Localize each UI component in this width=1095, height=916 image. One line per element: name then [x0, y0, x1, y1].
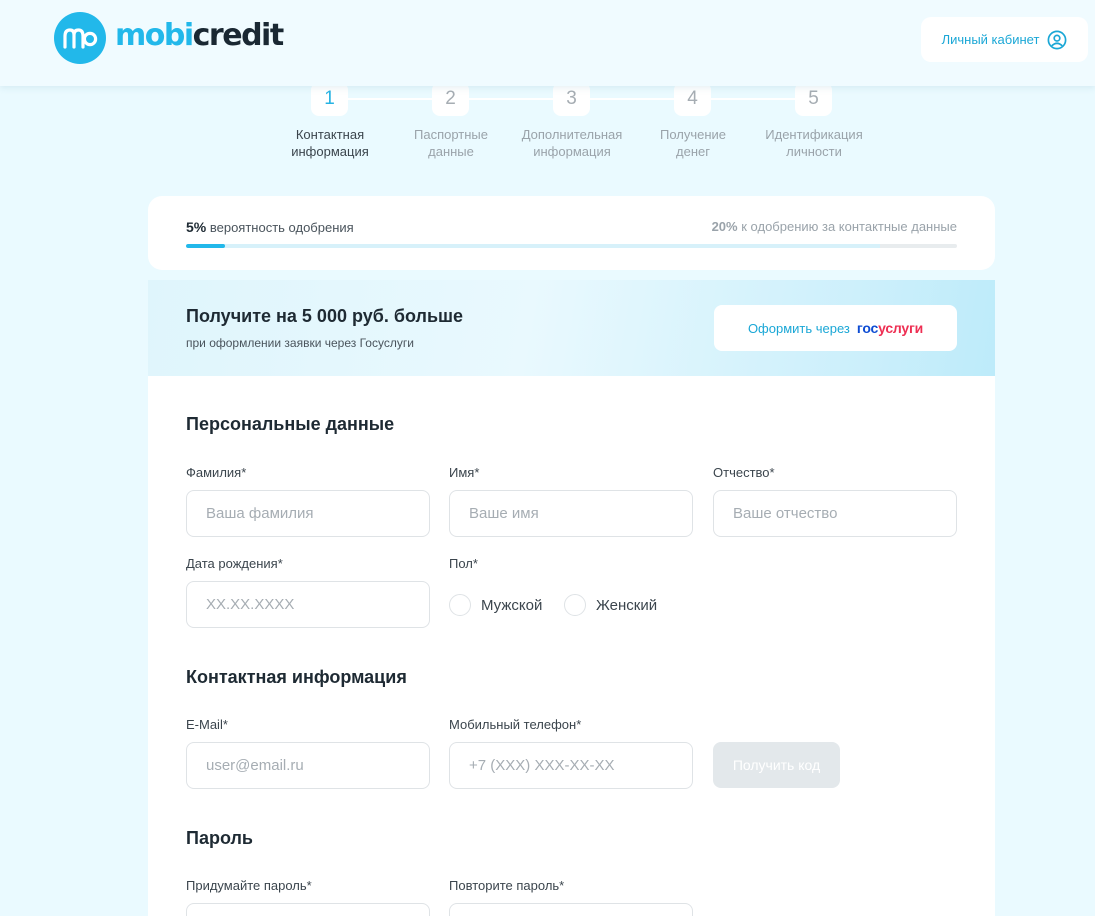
step-5-label: Идентификация личности: [749, 126, 879, 160]
lastname-input[interactable]: [186, 490, 430, 537]
logo-wordmark[interactable]: mobicredit: [115, 18, 285, 54]
firstname-label: Имя*: [449, 465, 480, 480]
gender-male-radio[interactable]: Мужской: [449, 594, 542, 616]
step-1-number: 1: [311, 82, 348, 116]
gender-female-radio[interactable]: Женский: [564, 594, 657, 616]
step-4-label-line1: Получение: [659, 127, 727, 142]
gosuslugi-logo-part2: услуги: [878, 320, 924, 336]
contact-section-title: Контактная информация: [186, 667, 407, 687]
lastname-label: Фамилия*: [186, 465, 247, 480]
registration-form: Персональные данные Фамилия* Имя* Отчест…: [148, 376, 995, 916]
step-2-label: Паспортные данные: [386, 126, 516, 160]
gosuslugi-button[interactable]: Оформить через госуслуги: [714, 305, 957, 351]
step-5-label-line2: личности: [786, 144, 842, 159]
approval-probability-card: 5% вероятность одобрения 20% к одобрению…: [148, 196, 995, 270]
step-2-label-line2: данные: [428, 144, 474, 159]
get-code-button[interactable]: Получить код: [713, 742, 840, 788]
approval-progress-fill: [186, 244, 225, 248]
banner-title: Получите на 5 000 руб. больше: [186, 306, 464, 326]
approval-current-percent: 5%: [186, 219, 207, 235]
step-1-label: Контактная информация: [265, 126, 395, 160]
step-2-number: 2: [432, 82, 469, 116]
step-connector: [590, 98, 674, 100]
gosuslugi-logo-part1: гос: [856, 320, 879, 336]
radio-circle-icon: [449, 594, 471, 616]
personal-cabinet-label: Личный кабинет: [941, 32, 1040, 47]
step-1-label-line1: Контактная: [295, 127, 365, 142]
email-input[interactable]: [186, 742, 430, 789]
logo-mo-mark: [63, 28, 98, 49]
repeat-password-label: Повторите пароль*: [449, 878, 565, 893]
step-3-label-line2: информация: [533, 144, 611, 159]
repeat-password-input[interactable]: [449, 903, 693, 916]
step-5-number: 5: [795, 82, 832, 116]
create-password-label: Придумайте пароль*: [186, 878, 312, 893]
step-connector: [469, 98, 553, 100]
approval-current: 5% вероятность одобрения: [186, 219, 354, 235]
password-section-title: Пароль: [186, 828, 253, 848]
phone-label: Мобильный телефон*: [449, 717, 582, 732]
gosuslugi-banner: Получите на 5 000 руб. больше при оформл…: [148, 280, 995, 376]
logo-mobi-text: mobi: [115, 18, 194, 53]
step-4-label: Получение денег: [628, 126, 758, 160]
radio-circle-icon: [564, 594, 586, 616]
approval-bonus-percent: 20%: [711, 219, 738, 234]
logo-credit-text: credit: [192, 18, 285, 53]
step-4-label-line2: денег: [676, 144, 710, 159]
approval-progress-potential: [186, 244, 880, 248]
approval-bonus: 20% к одобрению за контактные данные: [712, 219, 957, 234]
gender-male-label: Мужской: [481, 596, 543, 614]
step-1-label-line2: информация: [291, 144, 369, 159]
birthdate-input[interactable]: [186, 581, 430, 628]
gender-label: Пол*: [449, 556, 478, 571]
phone-input[interactable]: [449, 742, 693, 789]
gosuslugi-logo: госуслуги: [857, 320, 923, 336]
middlename-input[interactable]: [713, 490, 957, 537]
approval-current-text: вероятность одобрения: [209, 220, 354, 235]
step-connector: [711, 98, 795, 100]
gender-female-label: Женский: [596, 596, 658, 614]
firstname-input[interactable]: [449, 490, 693, 537]
approval-progress-bar: [186, 244, 957, 248]
step-3-number: 3: [553, 82, 590, 116]
step-connector: [348, 98, 432, 100]
create-password-input[interactable]: [186, 903, 430, 916]
approval-bonus-text: к одобрению за контактные данные: [741, 219, 957, 234]
step-5-label-line1: Идентификация: [765, 127, 863, 142]
step-4-number: 4: [674, 82, 711, 116]
logo-icon[interactable]: [54, 12, 106, 64]
personal-section-title: Персональные данные: [186, 414, 395, 434]
step-2-label-line1: Паспортные: [414, 127, 488, 142]
personal-cabinet-button[interactable]: Личный кабинет: [921, 17, 1088, 62]
birthdate-label: Дата рождения*: [186, 556, 283, 571]
step-3-label-line1: Дополнительная: [521, 127, 623, 142]
step-3-label: Дополнительная информация: [507, 126, 637, 160]
gosuslugi-button-label: Оформить через: [747, 320, 850, 336]
user-icon: [1047, 30, 1067, 49]
email-label: E-Mail*: [186, 717, 228, 732]
middlename-label: Отчество*: [713, 465, 775, 480]
site-header: mobicredit Личный кабинет: [0, 0, 1095, 86]
banner-subtitle: при оформлении заявки через Госуслуги: [186, 336, 414, 350]
